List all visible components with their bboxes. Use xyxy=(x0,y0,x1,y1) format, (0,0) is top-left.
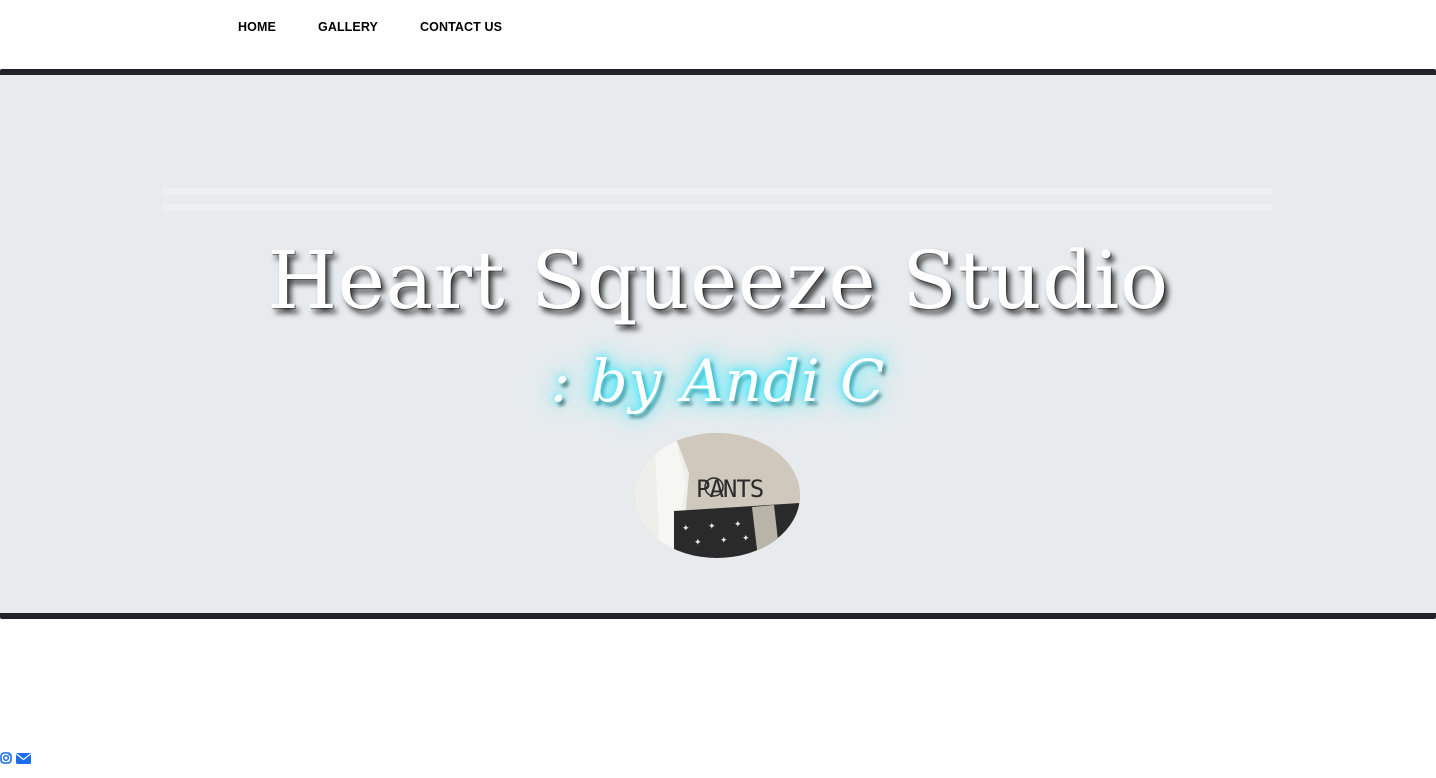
svg-text:✦: ✦ xyxy=(694,538,702,548)
instagram-icon[interactable] xyxy=(0,751,12,770)
envelope-icon[interactable] xyxy=(15,751,32,770)
decorative-stripe xyxy=(162,188,1272,195)
svg-text:✦: ✦ xyxy=(720,536,728,546)
tattoo-photo: ✦ ✦ ✦ ✦ ✦ ✦ PANTS xyxy=(634,433,800,558)
studio-title: Heart Squeeze Studio xyxy=(267,234,1169,327)
tattoo-photo-image: ✦ ✦ ✦ ✦ ✦ ✦ PANTS xyxy=(634,433,800,558)
svg-text:✦: ✦ xyxy=(682,524,690,534)
tattoo-text: PANTS xyxy=(696,475,763,503)
decorative-stripe xyxy=(162,204,1272,211)
studio-subtitle: : by Andi C xyxy=(550,347,886,415)
nav-contact-link[interactable]: CONTACT US xyxy=(420,20,502,34)
top-navigation: HOME GALLERY CONTACT US xyxy=(0,0,1436,69)
svg-text:✦: ✦ xyxy=(734,520,742,530)
nav-gallery-link[interactable]: GALLERY xyxy=(318,20,378,34)
hero-banner: Heart Squeeze Studio : by Andi C ✦ ✦ ✦ ✦… xyxy=(0,69,1436,619)
svg-text:✦: ✦ xyxy=(742,534,750,544)
nav-home-link[interactable]: HOME xyxy=(238,20,276,34)
svg-text:✦: ✦ xyxy=(708,522,716,532)
